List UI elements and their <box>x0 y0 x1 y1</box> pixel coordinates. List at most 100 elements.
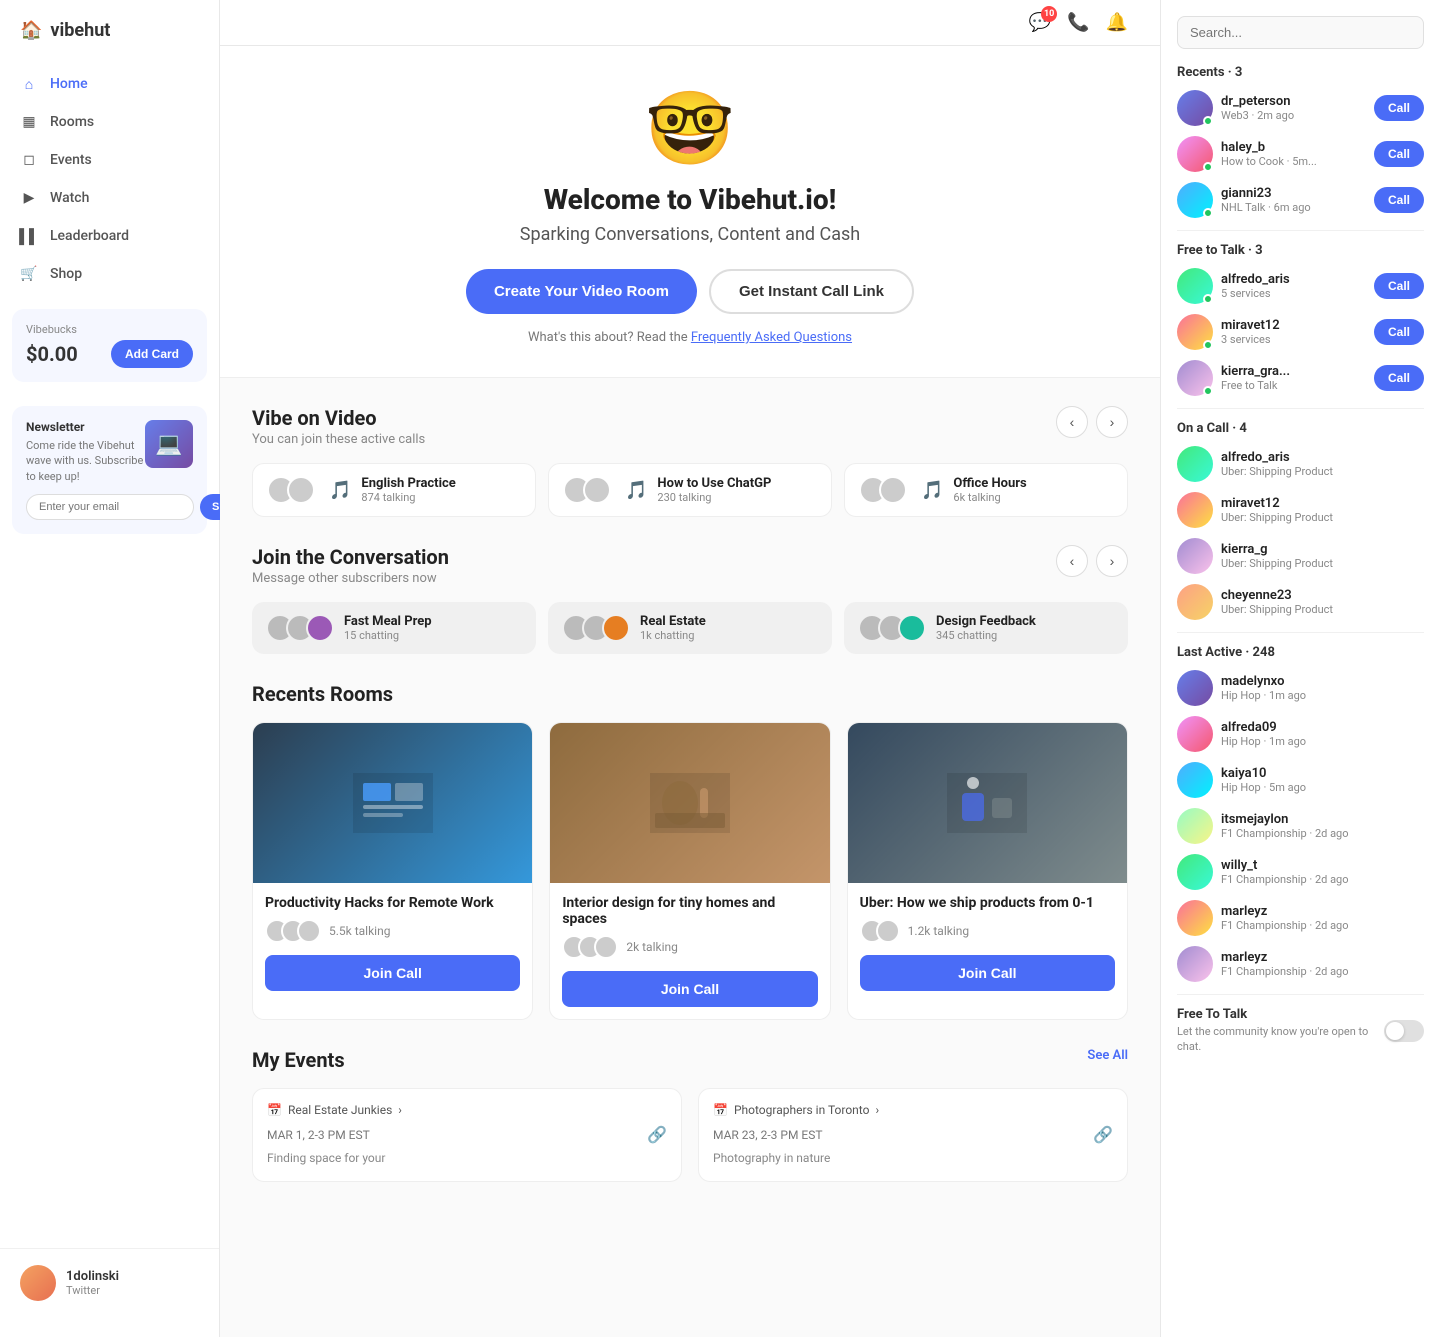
chat-card-0[interactable]: Fast Meal Prep 15 chatting <box>252 602 536 654</box>
call-card-2[interactable]: 🎵 Office Hours 6k talking <box>844 463 1128 517</box>
vibe-next-arrow[interactable]: › <box>1096 406 1128 438</box>
phone-icon-button[interactable]: 📞 <box>1067 12 1089 33</box>
call-count: 874 talking <box>361 491 521 504</box>
top-bar: 💬 10 📞 🔔 <box>220 0 1160 46</box>
call-card-1[interactable]: 🎵 How to Use ChatGP 230 talking <box>548 463 832 517</box>
room-avatars <box>860 919 900 943</box>
contact-avatar <box>1177 854 1213 890</box>
chat-card-1[interactable]: Real Estate 1k chatting <box>548 602 832 654</box>
add-card-button[interactable]: Add Card <box>111 340 193 368</box>
contact-name: kierra_g <box>1221 542 1424 557</box>
vibebucks-label: Vibebucks <box>26 323 193 336</box>
event-card-1: 📅 Photographers in Toronto › MAR 23, 2-3… <box>698 1088 1128 1182</box>
sidebar-item-leaderboard[interactable]: ▌▌ Leaderboard <box>0 217 219 255</box>
call-button[interactable]: Call <box>1374 95 1424 121</box>
messages-icon-button[interactable]: 💬 10 <box>1029 12 1051 33</box>
contact-sub: Uber: Shipping Product <box>1221 603 1424 616</box>
vibebucks-amount: $0.00 <box>26 342 78 366</box>
sidebar-item-home[interactable]: ⌂ Home <box>0 65 219 103</box>
right-panel: Recents · 3 dr_peterson Web3 · 2m ago Ca… <box>1160 0 1440 1337</box>
app-name: vibehut <box>50 20 110 41</box>
contact-avatar <box>1177 762 1213 798</box>
see-all-events-link[interactable]: See All <box>1087 1048 1128 1063</box>
hero-title: Welcome to Vibehut.io! <box>252 183 1128 216</box>
conversation-prev-arrow[interactable]: ‹ <box>1056 545 1088 577</box>
call-button[interactable]: Call <box>1374 365 1424 391</box>
event-group-name-0: Real Estate Junkies <box>288 1103 392 1117</box>
contact-name: alfredo_aris <box>1221 450 1424 465</box>
room-card-1: Interior design for tiny homes and space… <box>549 722 830 1020</box>
contact-avatar <box>1177 182 1213 218</box>
call-name: English Practice <box>361 476 521 491</box>
contact-name: willy_t <box>1221 858 1424 873</box>
chat-count: 15 chatting <box>344 629 522 642</box>
sidebar-item-events[interactable]: ◻ Events <box>0 141 219 179</box>
my-events-section: My Events See All 📅 Real Estate Junkies … <box>220 1048 1160 1222</box>
last-active-contact-1: alfreda09 Hip Hop · 1m ago <box>1177 716 1424 752</box>
events-icon: ◻ <box>20 151 38 169</box>
sidebar-item-watch[interactable]: ▶ Watch <box>0 179 219 217</box>
on-a-call-section-title: On a Call · 4 <box>1177 421 1424 436</box>
room-image-2 <box>848 723 1127 883</box>
call-info: Office Hours 6k talking <box>953 476 1113 504</box>
event-card-0: 📅 Real Estate Junkies › MAR 1, 2-3 PM ES… <box>252 1088 682 1182</box>
calendar-icon: 📅 <box>267 1103 282 1117</box>
events-section-header: My Events See All <box>252 1048 1128 1072</box>
instant-call-button[interactable]: Get Instant Call Link <box>709 269 914 314</box>
last-active-contact-2: kaiya10 Hip Hop · 5m ago <box>1177 762 1424 798</box>
free-talk-toggle-text: Free To Talk Let the community know you'… <box>1177 1007 1384 1055</box>
sidebar-item-rooms[interactable]: ▦ Rooms <box>0 103 219 141</box>
recent-rooms-title: Recents Rooms <box>252 682 393 706</box>
free-to-talk-toggle-title: Free To Talk <box>1177 1007 1384 1022</box>
sidebar-item-label: Rooms <box>50 114 94 130</box>
contact-avatar <box>1177 314 1213 350</box>
contact-name: miravet12 <box>1221 318 1366 333</box>
call-button[interactable]: Call <box>1374 273 1424 299</box>
contact-sub: Free to Talk <box>1221 379 1366 392</box>
faq-link[interactable]: Frequently Asked Questions <box>691 330 852 345</box>
contact-sub: F1 Championship · 2d ago <box>1221 965 1424 978</box>
contact-avatar <box>1177 360 1213 396</box>
create-room-button[interactable]: Create Your Video Room <box>466 269 697 314</box>
logo-icon: 🏠 <box>20 20 42 41</box>
vibebucks-card: Vibebucks $0.00 Add Card <box>12 309 207 382</box>
newsletter-email-input[interactable] <box>26 494 194 520</box>
contact-sub: Uber: Shipping Product <box>1221 465 1424 478</box>
join-call-button-1[interactable]: Join Call <box>562 971 817 1007</box>
online-indicator <box>1203 386 1213 396</box>
sidebar-item-shop[interactable]: 🛒 Shop <box>0 255 219 293</box>
contact-sub: Hip Hop · 1m ago <box>1221 735 1424 748</box>
call-button[interactable]: Call <box>1374 187 1424 213</box>
conversation-next-arrow[interactable]: › <box>1096 545 1128 577</box>
newsletter-text: Come ride the Vibehut wave with us. Subs… <box>26 438 145 484</box>
online-indicator <box>1203 294 1213 304</box>
newsletter-title: Newsletter <box>26 420 145 434</box>
link-icon-1[interactable]: 🔗 <box>1093 1125 1113 1144</box>
free-talk-contact-2: kierra_gra... Free to Talk Call <box>1177 360 1424 396</box>
contact-name: alfreda09 <box>1221 720 1424 735</box>
divider <box>1177 408 1424 409</box>
room-meta-1: 2k talking <box>562 935 817 959</box>
contact-sub: Uber: Shipping Product <box>1221 557 1424 570</box>
conversation-header-left: Join the Conversation Message other subs… <box>252 545 449 586</box>
join-call-button-2[interactable]: Join Call <box>860 955 1115 991</box>
free-to-talk-toggle[interactable] <box>1384 1020 1424 1042</box>
contact-sub: NHL Talk · 6m ago <box>1221 201 1366 214</box>
link-icon-0[interactable]: 🔗 <box>647 1125 667 1144</box>
chat-name: Fast Meal Prep <box>344 614 522 629</box>
bell-icon-button[interactable]: 🔔 <box>1106 12 1128 33</box>
search-input[interactable] <box>1177 16 1424 49</box>
call-button[interactable]: Call <box>1374 141 1424 167</box>
room-avatar <box>594 935 618 959</box>
vibe-prev-arrow[interactable]: ‹ <box>1056 406 1088 438</box>
join-call-button-0[interactable]: Join Call <box>265 955 520 991</box>
room-meta-0: 5.5k talking <box>265 919 520 943</box>
contact-info: itsmejaylon F1 Championship · 2d ago <box>1221 812 1424 840</box>
room-avatars <box>265 919 321 943</box>
vibe-nav-arrows: ‹ › <box>1056 406 1128 438</box>
call-button[interactable]: Call <box>1374 319 1424 345</box>
chat-card-2[interactable]: Design Feedback 345 chatting <box>844 602 1128 654</box>
conversation-section-header: Join the Conversation Message other subs… <box>252 545 1128 586</box>
call-card-0[interactable]: 🎵 English Practice 874 talking <box>252 463 536 517</box>
contact-avatar <box>1177 446 1213 482</box>
